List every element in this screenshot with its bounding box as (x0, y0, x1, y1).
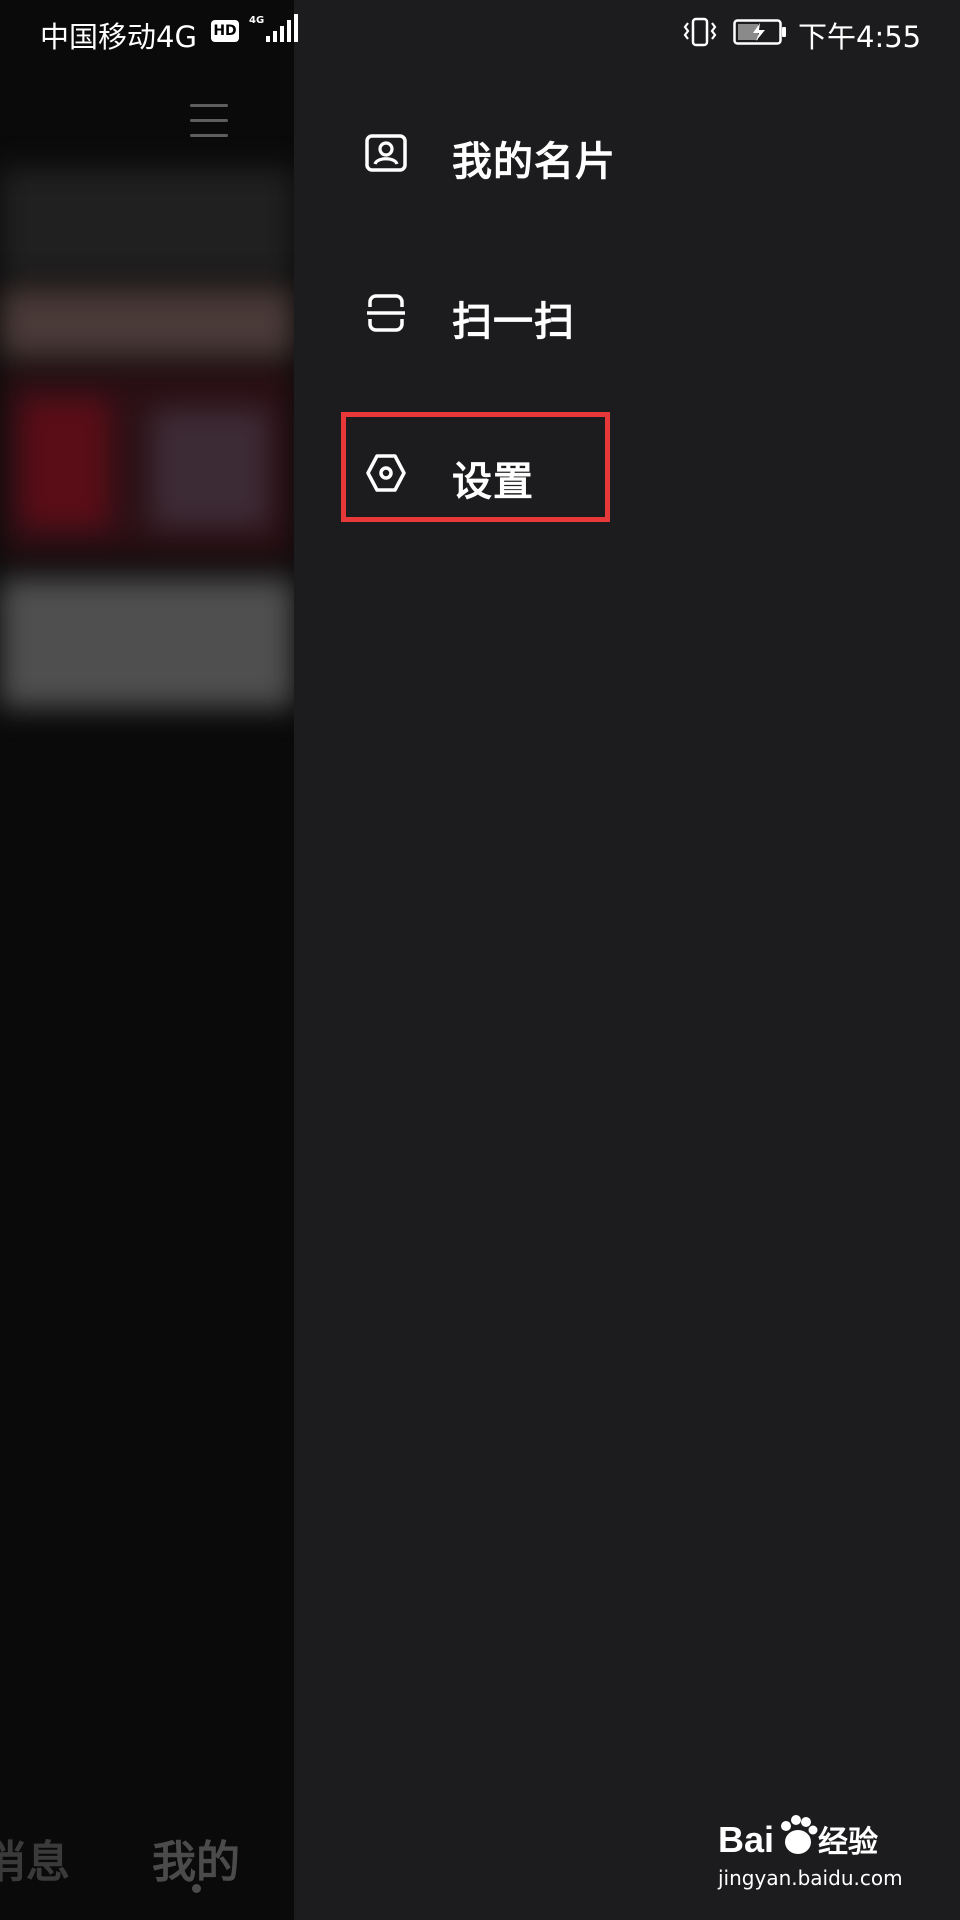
svg-text:经验: 经验 (818, 1825, 878, 1860)
baidu-jingyan-watermark: Bai 经验 jingyan.baidu.com (718, 1812, 908, 1902)
background-app: 消息 我的 (0, 0, 294, 1920)
network-type-label: 4G (249, 15, 265, 26)
battery-charging-icon (733, 19, 786, 45)
svg-text:Bai: Bai (718, 1819, 774, 1860)
settings-icon (366, 454, 406, 492)
menu-icon[interactable] (190, 104, 230, 138)
screen: 消息 我的 中国移动4G HD 4G 下午4:55 我的名片 扫一扫 设置 Ba… (0, 0, 960, 1920)
watermark-url: jingyan.baidu.com (718, 1866, 903, 1890)
scan-icon (367, 294, 405, 332)
blurred-content (0, 168, 294, 768)
active-tab-indicator (192, 1884, 201, 1893)
status-bar: 中国移动4G HD 4G 下午4:55 (0, 0, 960, 64)
contact-card-icon (365, 134, 407, 172)
tab-messages[interactable]: 消息 (0, 1826, 70, 1890)
carrier-name: 中国移动4G (40, 20, 197, 54)
side-drawer: 我的名片 扫一扫 设置 (294, 0, 960, 1920)
menu-item-label: 扫一扫 (452, 299, 575, 345)
clock: 下午4:55 (798, 20, 922, 54)
hd-icon: HD (211, 20, 239, 42)
menu-item-settings[interactable]: 设置 (364, 433, 764, 513)
signal-icon (266, 14, 298, 42)
menu-item-label: 我的名片 (452, 139, 616, 185)
vibrate-icon (683, 17, 717, 47)
baidu-logo: Bai 经验 (718, 1815, 878, 1860)
menu-item-my-card[interactable]: 我的名片 (364, 113, 764, 193)
menu-item-scan[interactable]: 扫一扫 (364, 273, 764, 353)
tab-mine[interactable]: 我的 (152, 1826, 240, 1890)
menu-item-label: 设置 (452, 459, 534, 505)
